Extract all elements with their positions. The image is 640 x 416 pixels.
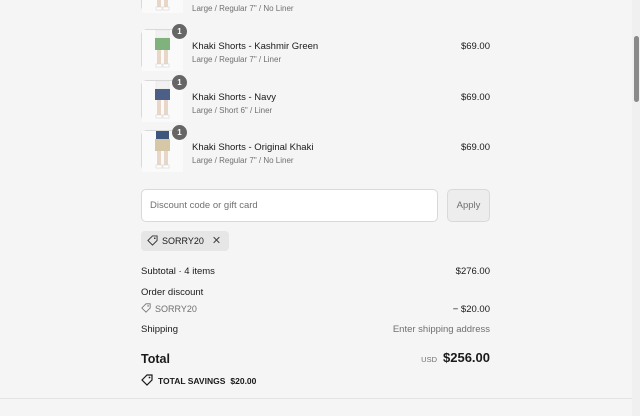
remove-code-button[interactable]: ✕ [212,235,221,247]
item-variant: Large / Regular 7" / No Liner [192,156,294,165]
product-thumbnail [141,0,183,13]
quantity-badge: 1 [172,75,187,90]
discount-code-label: SORRY20 [155,304,197,314]
subtotal-row: Subtotal · 4 items $276.00 [141,266,490,277]
total-value: $256.00 [443,350,490,365]
product-thumbnail: 1 [141,125,187,172]
currency-code: USD [421,355,437,364]
order-discount-row: Order discount [141,287,490,298]
scrollbar-thumb[interactable] [634,36,639,102]
tag-icon [147,234,158,248]
item-price: $69.00 [460,92,490,103]
subtotal-label: Subtotal · 4 items [141,266,215,277]
shipping-value: Enter shipping address [392,324,490,335]
item-variant: Large / Regular 7" / No Liner [192,4,294,13]
discount-form: Apply [141,189,490,222]
quantity-badge: 1 [172,24,187,39]
item-name: Khaki Shorts - Kashmir Green [192,41,319,52]
total-label: Total [141,352,170,366]
product-thumbnail: 1 [141,24,187,71]
item-price: $69.00 [460,142,490,153]
savings-label: TOTAL SAVINGS [158,376,226,386]
quantity-badge: 1 [172,125,187,140]
cart-item: Large / Regular 7" / No Liner [141,0,490,22]
discount-value: − $20.00 [452,304,490,315]
item-price: $69.00 [460,41,490,52]
shorts-model-image [142,0,183,13]
cart-item: 1 Khaki Shorts - Kashmir Green Large / R… [141,24,490,80]
tag-icon [141,374,153,388]
total-row: Total USD $256.00 [141,350,490,366]
cart-item: 1 Khaki Shorts - Navy Large / Short 6" /… [141,75,490,131]
tag-icon [141,303,151,315]
apply-discount-button[interactable]: Apply [447,189,490,222]
subtotal-value: $276.00 [455,266,490,277]
item-name: Khaki Shorts - Navy [192,92,276,103]
discount-code-row: SORRY20 − $20.00 [141,303,490,315]
divider [0,398,632,399]
applied-code-label: SORRY20 [162,236,204,246]
shipping-row: Shipping Enter shipping address [141,324,490,335]
discount-code-input[interactable] [141,189,438,222]
item-name: Khaki Shorts - Original Khaki [192,142,314,153]
product-thumbnail: 1 [141,75,187,122]
order-discount-label: Order discount [141,287,204,298]
savings-row: TOTAL SAVINGS $20.00 [141,374,490,388]
shipping-label: Shipping [141,324,178,335]
item-variant: Large / Short 6" / Liner [192,106,273,115]
applied-discount-tag: SORRY20 ✕ [141,231,230,251]
cart-item: 1 Khaki Shorts - Original Khaki Large / … [141,125,490,181]
item-variant: Large / Regular 7" / Liner [192,55,282,64]
savings-value: $20.00 [230,376,257,386]
vertical-scrollbar[interactable] [632,0,640,416]
